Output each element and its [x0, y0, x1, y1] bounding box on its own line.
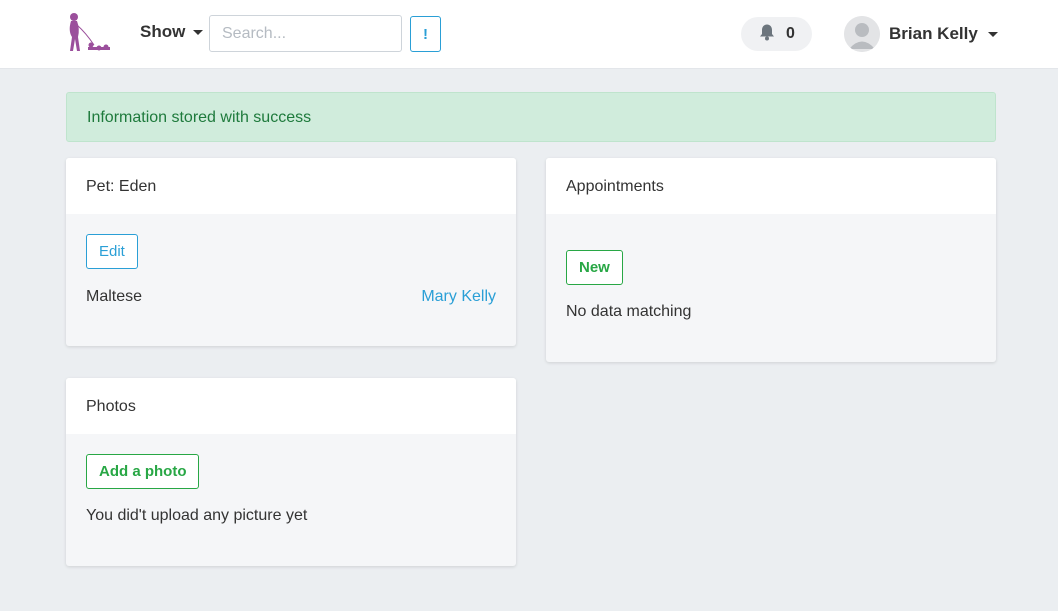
user-name: Brian Kelly [889, 24, 978, 43]
notifications-count: 0 [786, 25, 795, 42]
caret-down-icon [987, 31, 998, 37]
pet-card: Pet: Eden Edit Maltese Mary Kelly [66, 158, 516, 346]
top-navbar: Show ! 0 Brian Kelly [0, 0, 1058, 69]
show-label: Show [140, 22, 186, 41]
success-alert: Information stored with success [66, 92, 996, 142]
pet-card-body: Edit Maltese Mary Kelly [66, 214, 516, 326]
notifications-button[interactable]: 0 [741, 17, 812, 51]
avatar-icon [844, 16, 880, 52]
appointments-empty-text: No data matching [566, 303, 692, 320]
pet-details: Maltese Mary Kelly [86, 288, 496, 306]
owner-link[interactable]: Mary Kelly [421, 288, 496, 306]
search-input[interactable] [209, 15, 402, 52]
appointments-card-title: Appointments [546, 158, 996, 214]
new-appointment-button[interactable]: New [566, 250, 623, 285]
appointments-card: Appointments New No data matching [546, 158, 996, 362]
bell-icon [758, 23, 776, 46]
pet-card-title: Pet: Eden [66, 158, 516, 214]
add-photo-button[interactable]: Add a photo [86, 454, 200, 489]
edit-button[interactable]: Edit [86, 234, 138, 269]
caret-down-icon [193, 29, 204, 35]
show-dropdown[interactable]: Show [140, 22, 204, 42]
photos-card-title: Photos [66, 378, 516, 434]
logo-icon[interactable] [64, 11, 116, 57]
pet-breed: Maltese [86, 288, 143, 305]
photos-card-body: Add a photo You did't upload any picture… [66, 434, 516, 545]
appointments-card-body: New No data matching [546, 214, 996, 341]
alert-button[interactable]: ! [410, 16, 441, 52]
photos-empty-text: You did't upload any picture yet [86, 507, 308, 524]
alert-message: Information stored with success [87, 109, 312, 126]
photos-card: Photos Add a photo You did't upload any … [66, 378, 516, 566]
user-menu[interactable]: Brian Kelly [844, 16, 998, 52]
